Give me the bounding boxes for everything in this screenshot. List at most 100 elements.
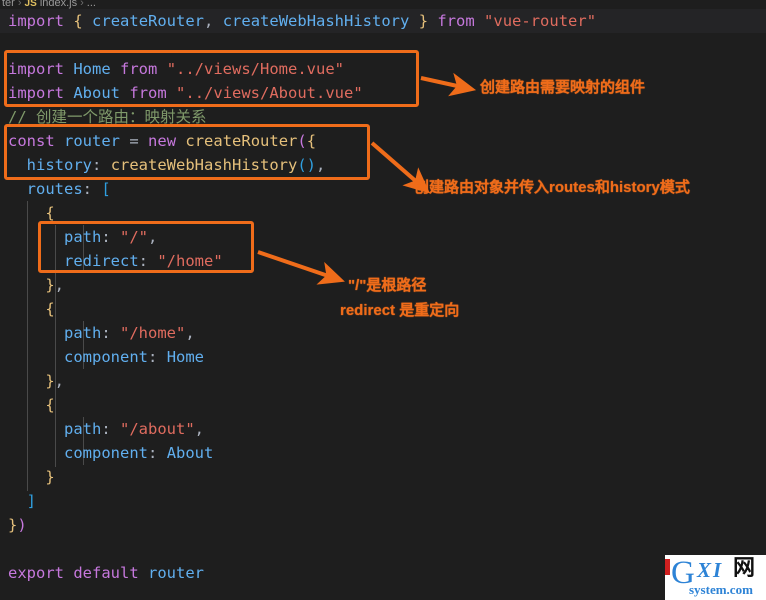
code-line[interactable]: },	[0, 369, 766, 393]
code-token: new	[148, 132, 177, 150]
code-token: "/home"	[120, 324, 186, 342]
code-lines[interactable]: import { createRouter, createWebHashHist…	[0, 9, 766, 585]
breadcrumb-file[interactable]: index.js	[40, 0, 77, 9]
code-token: "/about"	[120, 420, 195, 438]
breadcrumb-folder[interactable]: ter	[2, 0, 15, 9]
code-line[interactable]: {	[0, 201, 766, 225]
code-line[interactable]: })	[0, 513, 766, 537]
code-token: const	[8, 132, 55, 150]
code-token: "vue-router"	[484, 12, 597, 30]
code-line[interactable]: path: "/about",	[0, 417, 766, 441]
code-token: ]	[26, 492, 37, 510]
code-token: createWebHashHistory	[110, 156, 298, 174]
code-token: {	[306, 132, 317, 150]
code-token: Home	[73, 60, 111, 78]
code-line[interactable]: component: Home	[0, 345, 766, 369]
code-token: path	[64, 420, 102, 438]
code-token: createWebHashHistory	[222, 12, 410, 30]
code-token: {	[45, 300, 55, 318]
watermark-letters-xi: XI	[697, 558, 724, 582]
chevron-right-icon: ›	[17, 0, 22, 9]
code-line[interactable]: {	[0, 393, 766, 417]
code-token: :	[101, 420, 111, 438]
code-token: path	[64, 228, 102, 246]
code-token: ()	[297, 156, 316, 174]
code-token: {	[73, 12, 83, 30]
code-line[interactable]: {	[0, 297, 766, 321]
code-line[interactable]: import Home from "../views/Home.vue"	[0, 57, 766, 81]
code-line[interactable]: const router = new createRouter({	[0, 129, 766, 153]
code-line[interactable]	[0, 537, 766, 561]
code-token: component	[64, 444, 148, 462]
code-token: {	[45, 204, 55, 222]
code-editor[interactable]: import { createRouter, createWebHashHist…	[0, 9, 766, 600]
code-token: ,	[316, 156, 326, 174]
code-token: import	[8, 60, 64, 78]
code-line[interactable]: export default router	[0, 561, 766, 585]
code-line[interactable]: },	[0, 273, 766, 297]
code-line[interactable]: component: About	[0, 441, 766, 465]
code-token: import	[8, 12, 64, 30]
code-token: from	[129, 84, 167, 102]
code-line[interactable]: path: "/home",	[0, 321, 766, 345]
code-line[interactable]: path: "/",	[0, 225, 766, 249]
code-line[interactable]: // 创建一个路由：映射关系	[0, 105, 766, 129]
code-line[interactable]: ]	[0, 489, 766, 513]
breadcrumb-symbol[interactable]: ...	[87, 0, 96, 9]
code-line[interactable]: history: createWebHashHistory(),	[0, 153, 766, 177]
code-token: from	[437, 12, 475, 30]
code-token: }	[418, 12, 429, 30]
code-token: ,	[185, 324, 195, 342]
vscode-screenshot: ter › JS index.js ›... import { createRoute…	[0, 0, 766, 600]
watermark: G XI 网 system.com	[665, 555, 766, 600]
code-token: default	[73, 564, 139, 582]
code-token: About	[166, 444, 214, 462]
code-token: "../views/About.vue"	[176, 84, 363, 102]
code-line[interactable]: import About from "../views/About.vue"	[0, 81, 766, 105]
watermark-domain: system.com	[689, 582, 753, 597]
code-token: redirect	[64, 252, 139, 270]
code-token: component	[64, 348, 148, 366]
code-line[interactable]: import { createRouter, createWebHashHist…	[0, 9, 766, 33]
code-token: :	[101, 228, 111, 246]
code-token: import	[8, 84, 64, 102]
code-token: "/home"	[157, 252, 223, 270]
code-token: :	[101, 324, 111, 342]
code-token: // 创建一个路由：映射关系	[8, 108, 207, 126]
code-line[interactable]: redirect: "/home"	[0, 249, 766, 273]
code-token: [	[101, 180, 111, 198]
code-line[interactable]: }	[0, 465, 766, 489]
watermark-cn-char: 网	[733, 556, 756, 581]
code-token: Home	[166, 348, 205, 366]
js-file-icon: JS	[24, 0, 37, 9]
code-token: (	[297, 132, 307, 150]
code-line[interactable]: routes: [	[0, 177, 766, 201]
code-token: export	[8, 564, 64, 582]
code-token: )	[17, 516, 27, 534]
code-line[interactable]	[0, 33, 766, 57]
